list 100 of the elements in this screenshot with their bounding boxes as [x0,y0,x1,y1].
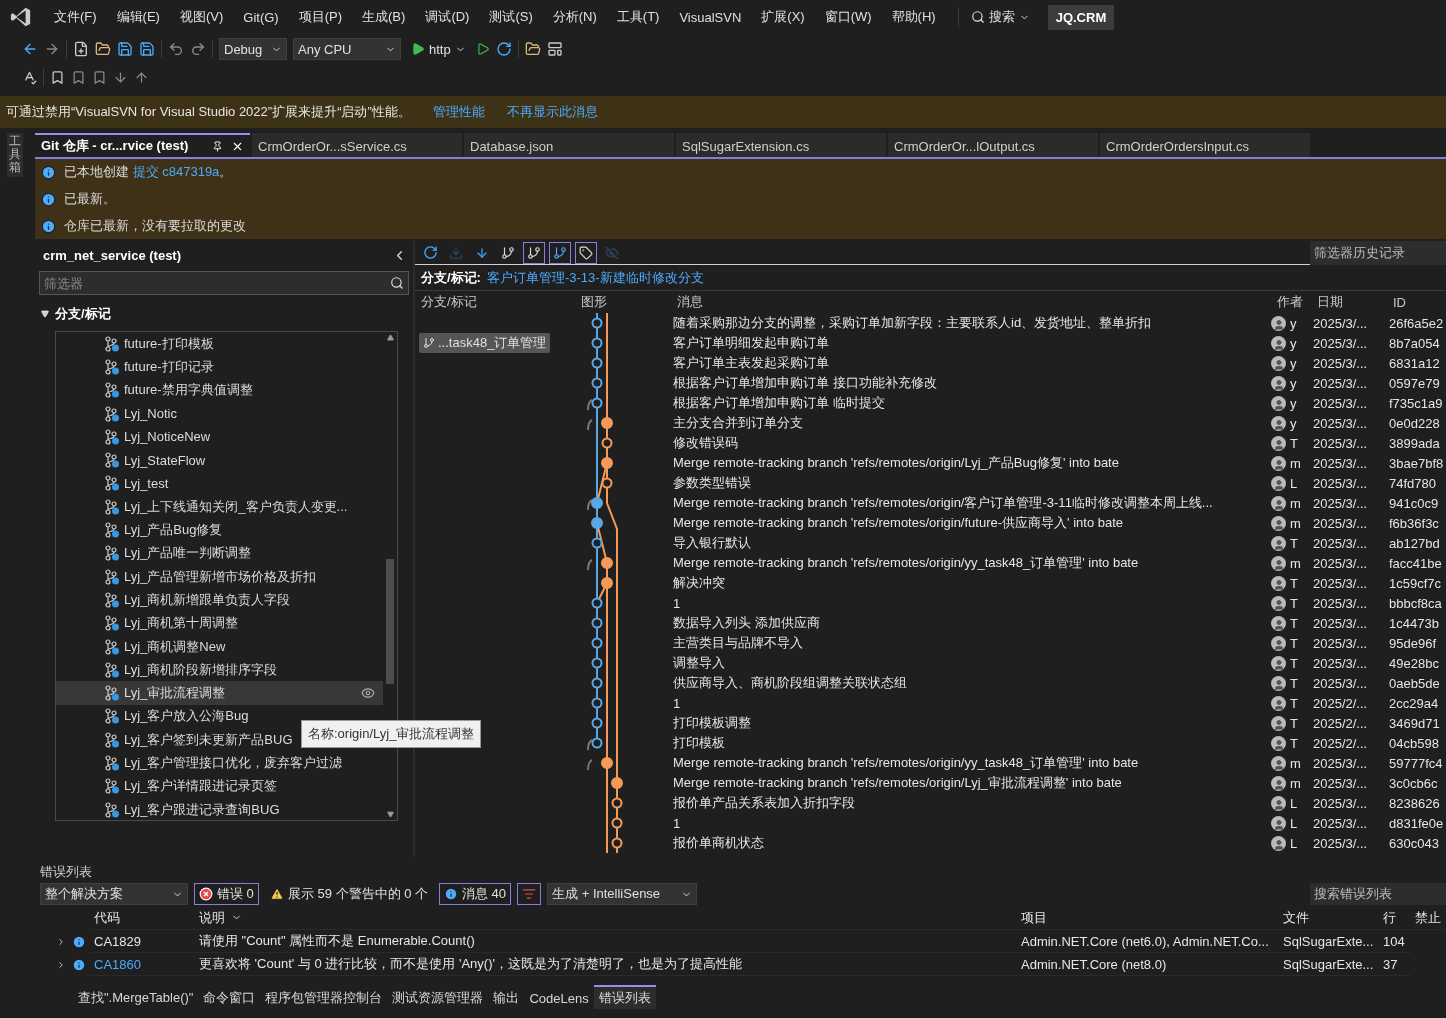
column-header[interactable]: 作者 [1271,291,1311,313]
branch-item[interactable]: future-打印模板 [56,332,383,356]
commit-node[interactable] [591,537,603,549]
column-header[interactable]: 代码 [90,906,195,930]
bookmark-prev-icon[interactable] [71,69,86,85]
branch-item[interactable]: Lyj_商机第十周调整 [56,611,383,635]
commit-node[interactable] [601,477,613,489]
tool-window-tab[interactable]: 测试资源管理器 [387,985,489,1009]
history-toolbar-button[interactable] [549,241,571,264]
commit-node[interactable] [591,677,603,689]
column-header[interactable]: 日期 [1311,291,1387,313]
platform-dropdown[interactable]: Any CPU [293,38,401,60]
history-toolbar-button[interactable] [575,241,597,264]
document-tab[interactable]: SqlSugarExtension.cs [676,133,886,157]
commit-node[interactable] [591,617,603,629]
restart-icon[interactable] [495,41,512,57]
tool-window-tab[interactable]: 查找".MergeTable()" [73,985,199,1009]
filter-field[interactable]: 筛选器 [39,271,409,295]
commit-node[interactable] [591,657,603,669]
menu-item[interactable]: 编辑(E) [106,8,170,26]
commit-node[interactable] [601,437,613,449]
document-tab[interactable]: Database.json [464,133,674,157]
open-folder-icon[interactable] [95,41,111,57]
tool-window-tab[interactable]: 命令窗口 [198,985,261,1009]
branch-item[interactable]: Lyj_产品管理新增市场价格及折扣 [56,564,383,589]
branch-link[interactable]: 客户订单管理-3-13-新建临时修改分支 [486,268,704,287]
spell-check-icon[interactable] [22,69,37,85]
branch-item[interactable]: Lyj_StateFlow [56,448,383,472]
document-tab[interactable]: CrmOrderOrdersInput.cs [1100,133,1310,157]
expand-icon[interactable] [56,959,66,970]
bookmark-next-icon[interactable] [92,69,107,85]
tool-window-tab[interactable]: 输出 [488,985,525,1009]
commit-node[interactable] [611,777,623,789]
column-header[interactable]: 图形 [575,291,671,313]
branch-item[interactable]: future-禁用字典值调整 [56,378,383,402]
column-header[interactable]: 禁止 [1411,906,1446,930]
commit-node[interactable] [591,737,603,749]
branch-item[interactable]: future-打印记录 [56,355,383,379]
filter-history-field[interactable]: 筛选器历史记录 [1310,241,1446,265]
tool-window-tab[interactable]: 程序包管理器控制台 [260,985,388,1009]
menu-item[interactable]: 帮助(H) [881,8,946,26]
document-tab[interactable]: CrmOrderOr...sService.cs [252,133,462,157]
forward-icon[interactable] [44,41,60,57]
column-header[interactable]: 分支/标记 [415,291,575,313]
commit-node[interactable] [601,557,613,569]
branch-item[interactable]: Lyj_产品唯一判断调整 [56,541,383,565]
commit-node[interactable] [591,357,603,369]
run-without-debugging-icon[interactable] [475,42,490,56]
commit-node[interactable] [591,597,603,609]
commit-node[interactable] [591,717,603,729]
expand-icon[interactable] [41,310,49,318]
menu-item[interactable]: 文件(F) [44,8,107,26]
tool-window-tab[interactable]: CodeLens [524,986,594,1008]
branch-item[interactable]: Lyj_客户详情跟进记录页签 [56,774,383,798]
menu-item[interactable]: Git(G) [233,9,289,25]
commit-node[interactable] [591,637,603,649]
commit-node[interactable] [601,457,613,469]
source-dropdown[interactable]: 生成 + IntelliSense [547,883,698,905]
tool-window-tab[interactable]: 错误列表 [593,985,656,1009]
commit-node[interactable] [591,497,603,509]
scroll-thumb[interactable] [386,558,394,684]
column-header[interactable]: 行 [1379,906,1411,930]
new-file-icon[interactable] [73,41,89,57]
branch-item[interactable]: Lyj_NoticeNew [56,425,383,449]
branch-item[interactable]: Lyj_上下线通知关闭_客户负责人变更... [56,495,383,519]
column-header[interactable]: 说明 [195,906,1017,930]
branch-item[interactable]: Lyj_审批流程调整 [56,681,383,705]
configuration-dropdown[interactable]: Debug [219,38,287,60]
column-header[interactable]: 项目 [1017,906,1279,930]
commit-node[interactable] [611,817,623,829]
scope-dropdown[interactable]: 整个解决方案 [40,883,188,905]
menu-item[interactable]: 调试(D) [415,8,480,26]
column-header[interactable]: 消息 [671,291,1271,313]
menu-item[interactable]: 扩展(X) [751,8,815,26]
menu-item[interactable]: 视图(V) [169,8,234,26]
bookmark-icon[interactable] [50,69,65,85]
save-icon[interactable] [117,41,133,57]
filter-button[interactable]: 错误 0 [194,883,259,905]
branch-item[interactable]: Lyj_商机阶段新增排序字段 [56,658,383,682]
branch-item[interactable]: Lyj_test [56,471,383,496]
branch-item[interactable]: Lyj_客户管理接口优化，废弃客户过滤 [56,751,383,775]
search-field[interactable]: 搜索错误列表 [1310,883,1446,905]
scroll-up-icon[interactable] [386,334,394,341]
branch-item[interactable]: Lyj_Notic [56,401,383,426]
eye-icon[interactable] [361,686,375,701]
branch-item[interactable]: Lyj_商机新增跟单负责人字段 [56,588,383,612]
menu-item[interactable]: 工具(T) [606,8,670,26]
branch-item[interactable]: Lyj_客户跟进记录查询BUG [56,797,383,820]
commit-link[interactable]: 提交 c847319a [132,164,220,179]
menu-item[interactable]: 测试(S) [479,8,543,26]
commit-node[interactable] [591,697,603,709]
back-icon[interactable] [22,41,38,57]
commit-node[interactable] [601,417,613,429]
filter-button[interactable]: 展示 59 个警告中的 0 个 [264,883,433,905]
search-button[interactable]: 搜索 [957,7,1036,27]
column-header[interactable]: 文件 [1279,906,1379,930]
filter-button[interactable]: 消息 40 [439,883,512,905]
solution-name[interactable]: JQ.CRM [1047,4,1115,30]
scroll-down-icon[interactable] [386,811,394,818]
menu-item[interactable]: 窗口(W) [814,8,882,26]
